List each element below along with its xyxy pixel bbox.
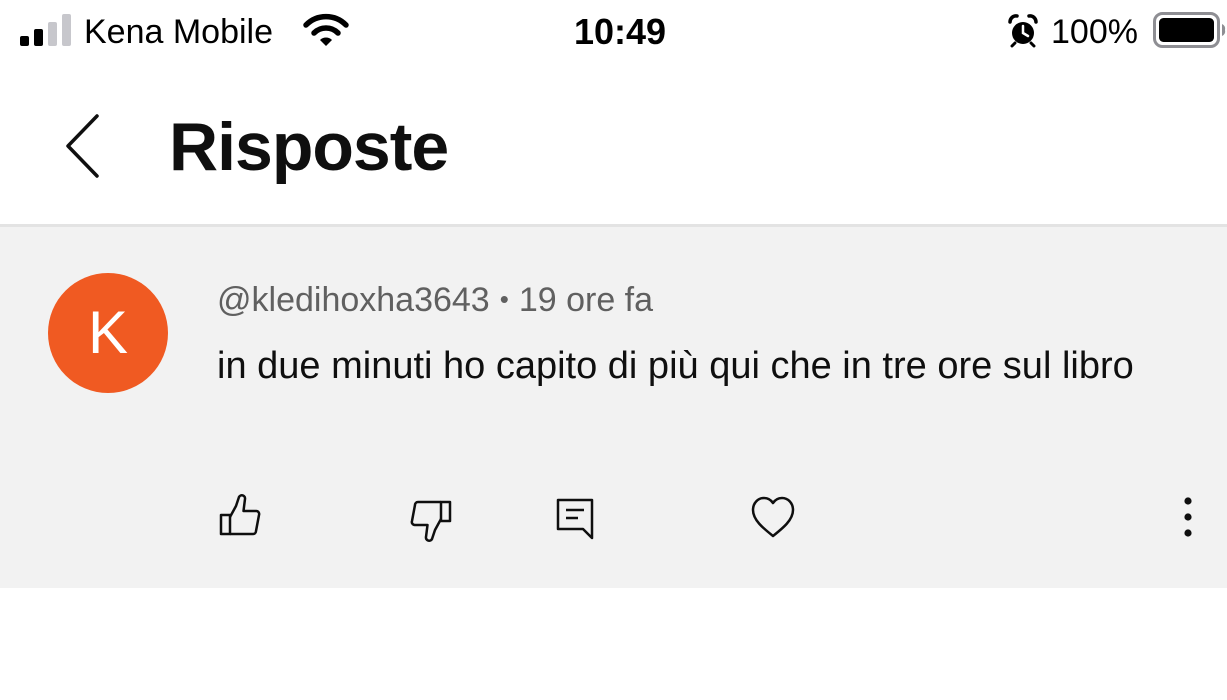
comment-text: in due minuti ho capito di più qui che i… [217, 345, 1134, 387]
meta-separator: • [499, 284, 509, 314]
status-bar: Kena Mobile 10:49 100% [0, 0, 1227, 64]
heart-button[interactable] [748, 489, 798, 545]
chevron-left-icon [66, 114, 99, 178]
like-button[interactable] [214, 489, 264, 545]
header: Risposte [0, 64, 1227, 224]
comment-meta: @kledihoxha3643 • 19 ore fa [217, 279, 653, 320]
reply-button[interactable] [551, 489, 601, 545]
thumbs-up-icon [219, 494, 261, 536]
dislike-button[interactable] [407, 489, 457, 545]
page-title: Risposte [169, 109, 449, 185]
reply-icon [556, 498, 594, 540]
comment-time: 19 ore fa [518, 281, 654, 319]
clock: 10:49 [573, 11, 667, 52]
more-vertical-icon [1184, 497, 1192, 537]
heart-icon [751, 496, 795, 538]
thumbs-down-icon [410, 500, 452, 542]
more-options-button[interactable] [1164, 489, 1212, 545]
comment-card: K @kledihoxha3643 • 19 ore fa in due minut… [0, 227, 1227, 588]
battery-icon [1153, 12, 1226, 48]
avatar[interactable]: K [48, 273, 168, 393]
battery-percentage: 100% [1051, 13, 1138, 51]
comment-author[interactable]: @kledihoxha3643 [217, 281, 490, 319]
alarm-icon [1008, 14, 1038, 48]
back-button[interactable] [52, 110, 116, 182]
